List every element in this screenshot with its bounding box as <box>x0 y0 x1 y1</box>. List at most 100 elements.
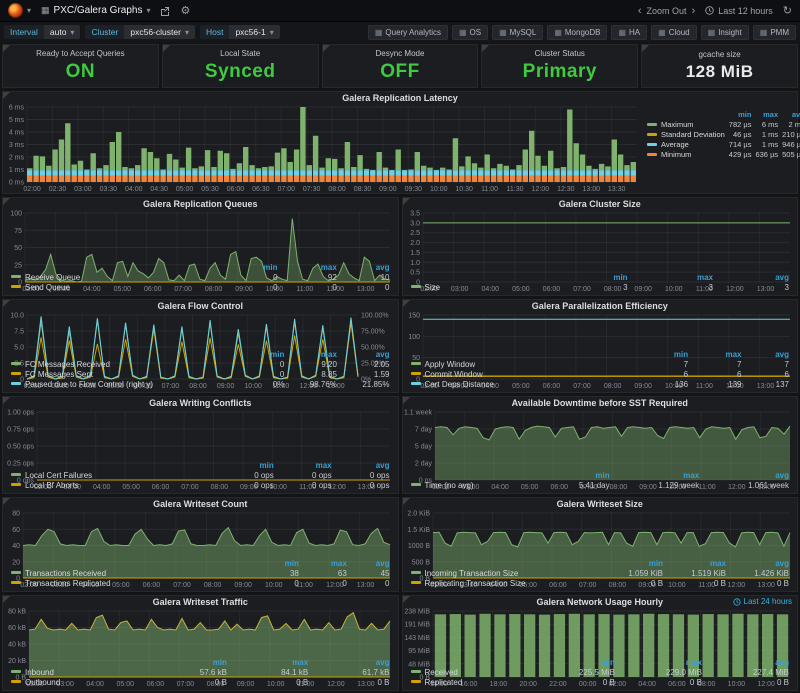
legend-row[interactable]: Incoming Transaction Size1.059 KiB1.519 … <box>409 569 792 579</box>
panel-corner[interactable] <box>3 596 10 603</box>
refresh-button[interactable]: ↻ <box>783 4 792 17</box>
stat-ready-to-accept-queries[interactable]: Ready to Accept QueriesON <box>2 44 159 88</box>
legend-row[interactable]: Apply Window777 <box>409 360 792 370</box>
svg-text:10:00: 10:00 <box>430 186 448 193</box>
legend-row[interactable]: Local Bf Aborts0 ops0 ops0 ops <box>9 481 392 491</box>
stat-desync-mode[interactable]: Desync ModeOFF <box>322 44 479 88</box>
svg-text:100: 100 <box>10 211 22 218</box>
legend-row[interactable]: Outbound0 B0 B0 B <box>9 678 392 688</box>
panel-corner[interactable] <box>3 397 10 404</box>
stat-gcache-size[interactable]: gcache size128 MiB <box>641 44 798 88</box>
panel-corner[interactable] <box>403 198 410 205</box>
cluster-filter[interactable]: Cluster pxc56-cluster▾ <box>85 25 195 39</box>
writeset-size-chart[interactable]: 0 B500 B1000 B1.5 KiB2.0 KiB02:0003:0004… <box>403 510 798 559</box>
link-insight[interactable]: ▦Insight <box>701 25 749 40</box>
link-os[interactable]: ▦OS <box>452 25 488 40</box>
panel-corner[interactable] <box>482 45 489 52</box>
writing-conflicts-chart[interactable]: 0 ops0.25 ops0.50 ops0.75 ops1.00 ops02:… <box>3 409 398 461</box>
legend-row[interactable]: Transactions Received386345 <box>9 569 392 579</box>
svg-text:150: 150 <box>408 313 420 320</box>
legend-row[interactable]: Replicated0 B0 B0 B <box>409 678 792 688</box>
legend-row[interactable]: Replicating Transaction Size0 B0 B0 B <box>409 579 792 589</box>
panel-corner[interactable] <box>163 45 170 52</box>
panel-galera-cluster-size: Galera Cluster Size 00.51.01.52.02.53.03… <box>402 197 799 296</box>
stat-cluster-status[interactable]: Cluster StatusPrimary <box>481 44 638 88</box>
svg-text:7 day: 7 day <box>414 427 432 434</box>
legend-header: minmaxavg <box>409 471 792 481</box>
stat-local-state[interactable]: Local StateSynced <box>162 44 319 88</box>
legend-row[interactable]: Size333 <box>409 283 792 293</box>
legend-row[interactable]: Cert Deps Distance136139137 <box>409 380 792 390</box>
panel-corner[interactable] <box>3 92 10 99</box>
dashboard-submenu: Interval auto▾ Cluster pxc56-cluster▾ Ho… <box>0 22 800 42</box>
svg-text:09:00: 09:00 <box>379 186 397 193</box>
panel-corner[interactable] <box>403 300 410 307</box>
link-cloud[interactable]: ▦Cloud <box>651 25 696 40</box>
time-picker[interactable]: Last 12 hours <box>705 6 773 16</box>
panel-title[interactable]: Galera Flow Control <box>3 300 398 312</box>
panel-corner[interactable] <box>403 498 410 505</box>
legend-row[interactable]: Paused due to Flow Control (right y)0%98… <box>9 380 392 390</box>
link-mongodb[interactable]: ▦MongoDB <box>547 25 607 40</box>
legend-row[interactable]: Received225.5 MiB229.0 MiB227.4 MiB <box>409 668 792 678</box>
network-usage-hourly-chart[interactable]: 0 B48 MiB95 MiB143 MiB191 MiB238 MiB14:0… <box>403 608 798 658</box>
legend-row[interactable]: Transactions Replicated000 <box>9 579 392 589</box>
panel-title[interactable]: Galera Writing Conflicts <box>3 397 398 409</box>
panel-title[interactable]: Galera Writeset Size <box>403 498 798 510</box>
panel-corner[interactable] <box>403 397 410 404</box>
panel-time-override[interactable]: Last 24 hours <box>733 597 792 606</box>
replication-queues-chart[interactable]: 025507510002:0003:0004:0005:0006:0007:00… <box>3 210 398 263</box>
panel-corner[interactable] <box>3 300 10 307</box>
dashboard-title: PXC/Galera Graphs <box>54 5 143 16</box>
legend-row[interactable]: Inbound57.6 kB84.1 kB61.7 kB <box>9 668 392 678</box>
link-pmm[interactable]: ▦PMM <box>753 25 796 40</box>
legend-row[interactable]: Standard Deviation46 µs1 ms210 µs <box>645 130 800 140</box>
panel-title[interactable]: Available Downtime before SST Required <box>403 397 798 409</box>
legend-row[interactable]: Receive Queue09210 <box>9 273 392 283</box>
writeset-traffic-chart[interactable]: 0 B20 kB40 kB60 kB80 kB02:0003:0004:0005… <box>3 608 398 658</box>
legend-row[interactable]: Minimum429 µs636 µs505 µs <box>645 150 800 160</box>
panel-corner[interactable] <box>3 45 10 52</box>
share-button[interactable] <box>160 6 170 16</box>
replication-latency-chart[interactable]: 0 ms1 ms2 ms3 ms4 ms5 ms6 ms02:0002:3003… <box>3 104 645 193</box>
panel-corner[interactable] <box>403 596 410 603</box>
legend-row[interactable]: Send Queue000 <box>9 283 392 293</box>
chevron-left-icon[interactable]: ‹ <box>638 6 642 16</box>
downtime-before-sst-chart[interactable]: 0 ns2 day5 day7 day1.1 week02:0003:0004:… <box>403 409 798 471</box>
panel-title[interactable]: Galera Cluster Size <box>403 198 798 210</box>
svg-text:13:30: 13:30 <box>608 186 626 193</box>
settings-button[interactable]: ⚙ <box>180 4 190 17</box>
writeset-count-chart[interactable]: 02040608002:0003:0004:0005:0006:0007:000… <box>3 510 398 559</box>
panel-title[interactable]: Galera Replication Latency <box>3 92 797 104</box>
panel-title[interactable]: Galera Writeset Traffic <box>3 596 398 608</box>
legend-row[interactable]: FC Messages Received09.202.05 <box>9 360 392 370</box>
legend-row[interactable]: Maximum782 µs6 ms2 ms <box>645 120 800 130</box>
panel-title[interactable]: Galera Parallelization Efficiency <box>403 300 798 312</box>
panel-title[interactable]: Galera Writeset Count <box>3 498 398 510</box>
panel-corner[interactable] <box>3 198 10 205</box>
interval-filter[interactable]: Interval auto▾ <box>4 25 80 39</box>
legend-row[interactable]: Average714 µs1 ms946 µs <box>645 140 800 150</box>
svg-text:3 ms: 3 ms <box>9 142 25 149</box>
host-filter[interactable]: Host pxc56-1▾ <box>200 25 280 39</box>
svg-text:80: 80 <box>12 511 20 518</box>
zoom-out-control[interactable]: ‹ Zoom Out › <box>638 6 695 16</box>
flow-control-chart[interactable]: 00%2.525.00%5.050.00%7.575.00%10.0100.00… <box>3 312 398 350</box>
link-query-analytics[interactable]: ▦Query Analytics <box>368 25 448 40</box>
legend-row[interactable]: Time (no avg)5.41 day1.129 week1.061 wee… <box>409 481 792 491</box>
cluster-size-chart[interactable]: 00.51.01.52.02.53.03.502:0003:0004:0005:… <box>403 210 798 273</box>
svg-text:5 day: 5 day <box>414 444 432 451</box>
panel-title[interactable]: Galera Replication Queues <box>3 198 398 210</box>
legend-row[interactable]: Commit Window666 <box>409 370 792 380</box>
link-ha[interactable]: ▦HA <box>611 25 647 40</box>
panel-corner[interactable] <box>642 45 649 52</box>
panel-corner[interactable] <box>3 498 10 505</box>
panel-corner[interactable] <box>323 45 330 52</box>
dashboard-title-menu[interactable]: ▦ PXC/Galera Graphs ▾ <box>41 5 150 16</box>
parallelization-efficiency-chart[interactable]: 05010015002:0003:0004:0005:0006:0007:000… <box>403 312 798 350</box>
grafana-menu[interactable]: ▾ <box>8 3 31 18</box>
legend-row[interactable]: FC Messages Sent08.851.59 <box>9 370 392 380</box>
link-mysql[interactable]: ▦MySQL <box>492 25 543 40</box>
legend-row[interactable]: Local Cert Failures0 ops0 ops0 ops <box>9 471 392 481</box>
chevron-right-icon[interactable]: › <box>692 6 696 16</box>
